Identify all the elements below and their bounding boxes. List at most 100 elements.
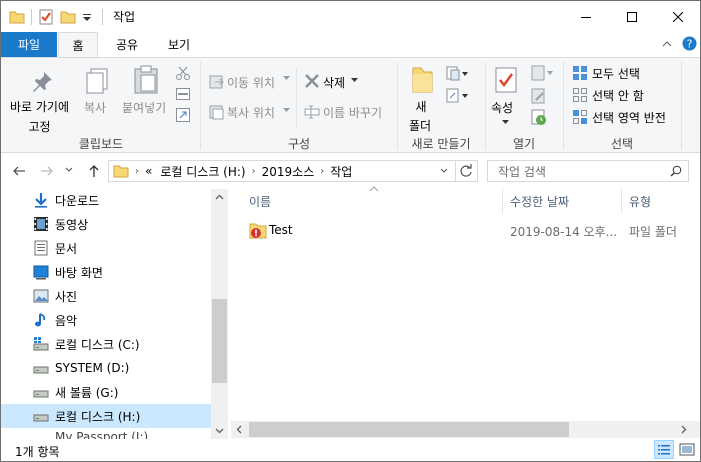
rename-button[interactable]: 이름 바꾸기 bbox=[323, 104, 382, 121]
select-group-label: 선택 bbox=[610, 137, 634, 151]
move-to-dropdown-icon[interactable] bbox=[283, 76, 290, 81]
large-icons-view-icon[interactable] bbox=[678, 441, 696, 459]
breadcrumb-drive[interactable]: 로컬 디스크 (H:) bbox=[156, 163, 249, 180]
nav-item-label: My Passport (I:) bbox=[55, 430, 149, 439]
tab-home[interactable]: 홈 bbox=[58, 32, 98, 58]
copy-path-icon[interactable] bbox=[176, 88, 190, 100]
properties-dropdown-icon[interactable] bbox=[502, 120, 509, 125]
nav-item-label: 로컬 디스크 (H:) bbox=[55, 409, 141, 424]
details-view-icon[interactable] bbox=[654, 440, 674, 459]
delete-button[interactable]: 삭제 bbox=[323, 74, 345, 91]
properties-button[interactable]: 속성 bbox=[491, 99, 513, 116]
copy-to-button[interactable]: 복사 위치 bbox=[227, 104, 275, 121]
pin-to-quick-access-button[interactable]: 바로 가기에 고정 bbox=[10, 98, 69, 135]
open-icon[interactable] bbox=[531, 65, 553, 81]
video-icon bbox=[33, 216, 49, 232]
easy-access-icon[interactable] bbox=[446, 88, 468, 104]
breadcrumb-2019[interactable]: 2019소스 bbox=[258, 163, 319, 180]
navigation-pane: 다운로드 동영상 문서 바탕 화면 사진 음악 로컬 디스크 (C:) SYST… bbox=[1, 189, 231, 439]
nav-item-desktop[interactable]: 바탕 화면 bbox=[1, 260, 211, 284]
recent-locations-button[interactable] bbox=[65, 167, 73, 173]
invert-selection-button[interactable]: 선택 영역 반전 bbox=[592, 109, 666, 126]
nav-item-label: 음악 bbox=[55, 313, 78, 328]
new-folder-button[interactable]: 새 폴더 bbox=[409, 98, 431, 134]
column-header-date[interactable]: 수정한 날짜 bbox=[510, 189, 569, 213]
search-box[interactable]: 작업 검색 bbox=[487, 160, 689, 182]
scroll-left-arrow-icon[interactable] bbox=[236, 425, 242, 434]
search-icon[interactable] bbox=[670, 165, 682, 177]
tab-share[interactable]: 공유 bbox=[104, 32, 150, 57]
collapse-ribbon-icon[interactable] bbox=[661, 38, 673, 50]
nav-item-drive-d[interactable]: SYSTEM (D:) bbox=[1, 356, 211, 380]
nav-pane-scrollbar[interactable] bbox=[211, 189, 228, 439]
drive-icon bbox=[33, 408, 49, 424]
edit-icon[interactable] bbox=[531, 88, 547, 104]
column-separator[interactable] bbox=[502, 189, 503, 213]
address-bar[interactable]: › « 로컬 디스크 (H:) › 2019소스 › 작업 bbox=[108, 160, 478, 182]
breadcrumb-chevron[interactable]: › bbox=[250, 166, 258, 177]
paste-button[interactable]: 붙여넣기 bbox=[122, 99, 166, 116]
up-button[interactable] bbox=[86, 163, 102, 179]
properties-icon[interactable] bbox=[38, 9, 54, 25]
history-icon[interactable] bbox=[531, 109, 547, 125]
column-header-name[interactable]: 이름 bbox=[249, 189, 271, 213]
new-item-icon[interactable] bbox=[446, 66, 468, 82]
properties-large-icon bbox=[494, 66, 518, 94]
customize-quick-access-icon[interactable] bbox=[82, 9, 92, 25]
new-folder-line1: 새 bbox=[415, 100, 427, 114]
file-row[interactable]: Test 2019-08-14 오후... 파일 폴더 bbox=[231, 219, 700, 241]
folder-icon[interactable] bbox=[9, 9, 25, 25]
nav-item-drive-h[interactable]: 로컬 디스크 (H:) bbox=[1, 404, 211, 428]
file-list-scrollbar[interactable] bbox=[231, 421, 700, 438]
desktop-icon bbox=[33, 264, 49, 280]
tab-view[interactable]: 보기 bbox=[156, 32, 202, 57]
close-button[interactable] bbox=[655, 1, 700, 32]
nav-item-videos[interactable]: 동영상 bbox=[1, 212, 211, 236]
forward-button[interactable] bbox=[39, 163, 55, 179]
scroll-right-arrow-icon[interactable] bbox=[681, 425, 687, 434]
nav-item-downloads[interactable]: 다운로드 bbox=[1, 188, 211, 212]
new-folder-icon[interactable] bbox=[60, 9, 76, 25]
column-separator[interactable] bbox=[621, 189, 622, 213]
nav-item-label: 로컬 디스크 (C:) bbox=[55, 337, 140, 352]
delete-dropdown-icon[interactable] bbox=[351, 78, 358, 83]
paste-shortcut-icon[interactable] bbox=[176, 108, 190, 122]
paste-icon bbox=[133, 65, 159, 95]
address-overflow[interactable]: « bbox=[141, 164, 156, 178]
scroll-down-arrow-icon[interactable] bbox=[215, 428, 224, 434]
breadcrumb-current[interactable]: 작업 bbox=[326, 163, 356, 180]
cut-icon[interactable] bbox=[176, 66, 190, 80]
file-type: 파일 폴더 bbox=[629, 225, 677, 239]
open-group-label: 열기 bbox=[512, 137, 536, 151]
minimize-button[interactable] bbox=[563, 1, 609, 32]
move-to-button[interactable]: 이동 위치 bbox=[227, 74, 275, 91]
nav-item-drive-i[interactable]: My Passport (I:) bbox=[1, 428, 211, 439]
pin-label-line1: 바로 가기에 bbox=[10, 100, 70, 114]
copy-to-dropdown-icon[interactable] bbox=[283, 108, 290, 113]
address-dropdown-icon[interactable] bbox=[440, 168, 448, 174]
help-icon[interactable]: ? bbox=[682, 36, 697, 51]
scroll-up-arrow-icon[interactable] bbox=[215, 194, 224, 200]
nav-item-drive-c[interactable]: 로컬 디스크 (C:) bbox=[1, 332, 211, 356]
back-button[interactable] bbox=[11, 163, 27, 179]
breadcrumb-chevron[interactable]: › bbox=[318, 166, 326, 177]
nav-item-drive-g[interactable]: 새 볼륨 (G:) bbox=[1, 380, 211, 404]
maximize-button[interactable] bbox=[609, 1, 655, 32]
select-none-icon bbox=[572, 87, 588, 103]
nav-scroll-thumb[interactable] bbox=[212, 299, 227, 383]
nav-item-music[interactable]: 음악 bbox=[1, 308, 211, 332]
new-group-label: 새로 만들기 bbox=[411, 137, 471, 151]
hscroll-thumb[interactable] bbox=[249, 422, 569, 437]
drive-icon bbox=[33, 360, 49, 376]
select-all-button[interactable]: 모두 선택 bbox=[592, 65, 640, 82]
select-none-button[interactable]: 선택 안 함 bbox=[592, 87, 644, 104]
nav-item-documents[interactable]: 문서 bbox=[1, 236, 211, 260]
refresh-icon[interactable] bbox=[459, 164, 473, 178]
nav-item-pictures[interactable]: 사진 bbox=[1, 284, 211, 308]
invert-selection-icon bbox=[572, 109, 588, 125]
nav-item-label: SYSTEM (D:) bbox=[55, 361, 130, 375]
column-header-type[interactable]: 유형 bbox=[629, 189, 651, 213]
tab-file[interactable]: 파일 bbox=[1, 32, 57, 57]
copy-button[interactable]: 복사 bbox=[84, 99, 106, 116]
search-input[interactable]: 작업 검색 bbox=[498, 163, 546, 180]
